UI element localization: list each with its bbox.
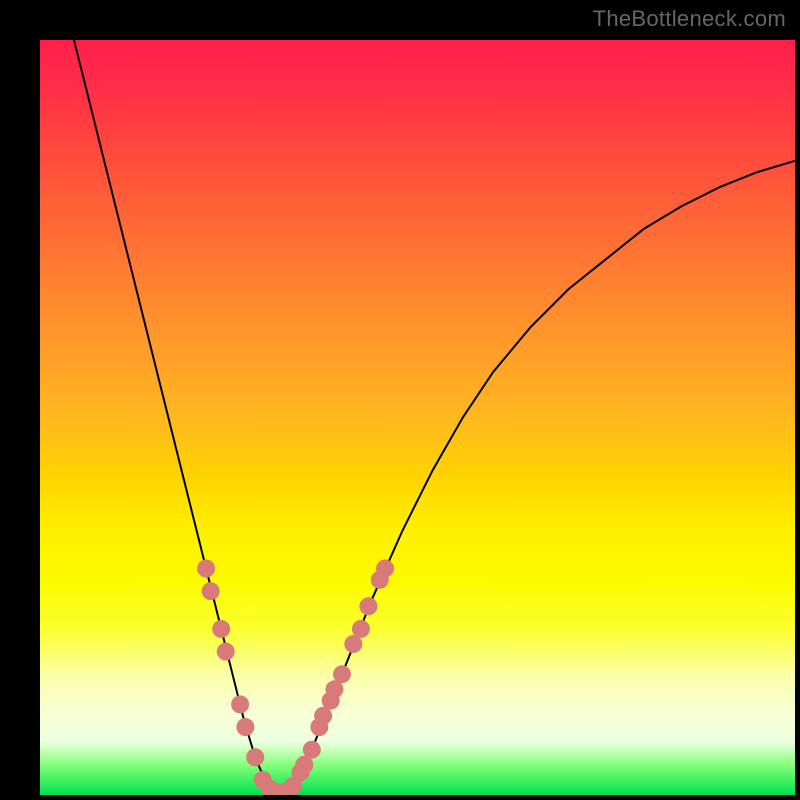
highlight-point — [202, 582, 220, 600]
highlight-markers — [197, 560, 394, 796]
highlight-point — [217, 643, 235, 661]
highlight-point — [352, 620, 370, 638]
chart-svg — [40, 40, 795, 795]
highlight-point — [197, 560, 215, 578]
highlight-point — [246, 748, 264, 766]
highlight-point — [376, 560, 394, 578]
chart-plot-area — [40, 40, 795, 795]
highlight-point — [212, 620, 230, 638]
highlight-point — [333, 665, 351, 683]
highlight-point — [303, 741, 321, 759]
highlight-point — [236, 718, 254, 736]
highlight-point — [231, 695, 249, 713]
watermark-text: TheBottleneck.com — [593, 6, 786, 32]
highlight-point — [359, 597, 377, 615]
bottleneck-curve — [70, 40, 795, 793]
